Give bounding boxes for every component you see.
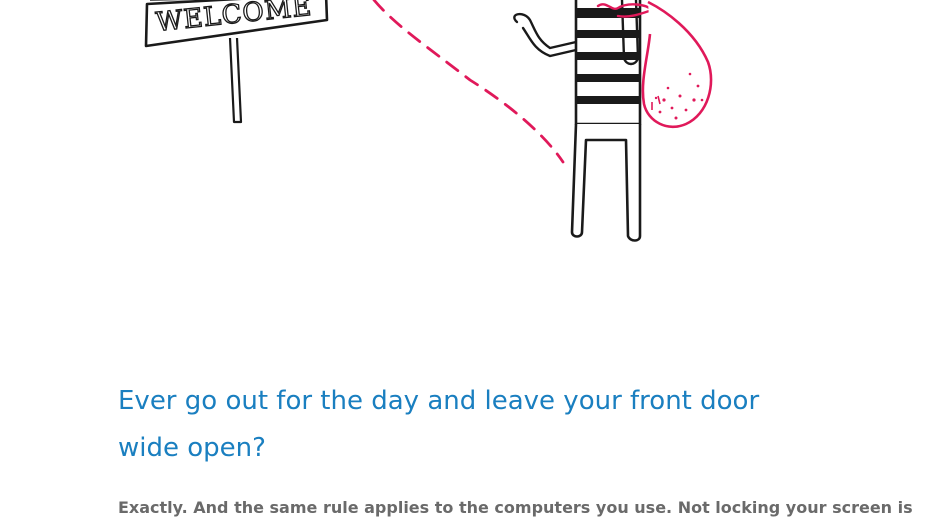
dashed-trail (372, 0, 565, 164)
headline: Ever go out for the day and leave your f… (118, 386, 760, 463)
sign-post (228, 37, 243, 124)
page: WELCOME Ever go out for the day and leav… (0, 0, 940, 529)
body-paragraph: Exactly. And the same rule applies to th… (118, 498, 913, 517)
burglar-illustration: WELCOME (144, 0, 713, 242)
welcome-sign: WELCOME (144, 0, 329, 124)
burglar-figure (513, 0, 642, 242)
